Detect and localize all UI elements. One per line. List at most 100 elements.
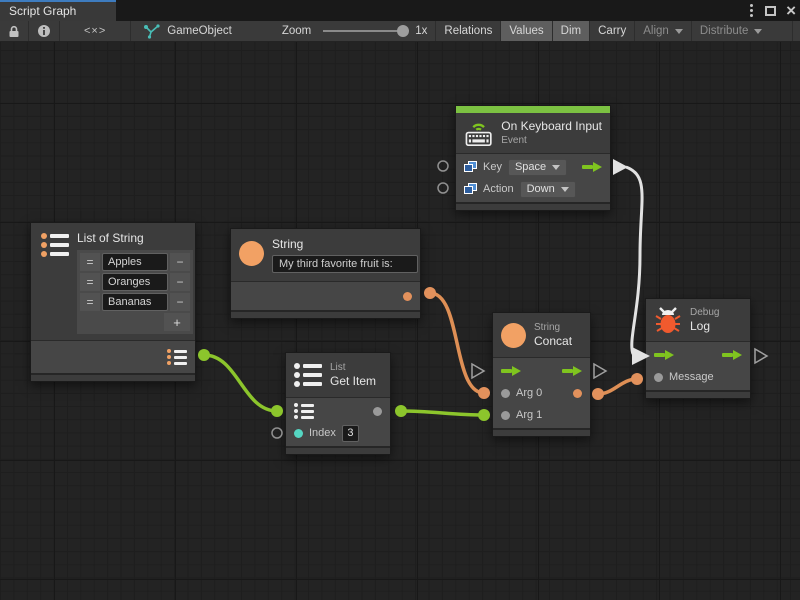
relations-button[interactable]: Relations — [435, 21, 500, 41]
flow-out-port[interactable] — [562, 366, 582, 376]
drag-handle[interactable]: = — [80, 253, 100, 271]
lock-button[interactable] — [0, 21, 29, 41]
window-menu-icon[interactable] — [748, 2, 755, 19]
action-dropdown[interactable]: Down — [520, 181, 576, 198]
node-debug-log[interactable]: Debug Log Message — [645, 298, 751, 399]
lock-icon — [8, 25, 20, 38]
string-icon — [239, 241, 264, 266]
index-label: Index — [309, 427, 336, 439]
remove-item-button[interactable]: − — [170, 293, 190, 311]
zoom-value: 1x — [415, 25, 427, 37]
node-list-of-string[interactable]: List of String = Apples − = Oranges − — [30, 222, 196, 382]
enum-icon — [464, 161, 477, 173]
add-item-button[interactable]: + — [164, 313, 190, 331]
node-category: String — [534, 321, 572, 334]
distribute-button[interactable]: Distribute — [691, 21, 771, 41]
action-port-label: Action — [483, 183, 514, 195]
result-output-port[interactable] — [573, 389, 582, 398]
item-output-port[interactable] — [373, 407, 382, 416]
graph-icon — [143, 24, 160, 39]
node-footer — [231, 310, 420, 318]
dropdown-caret-icon — [561, 187, 569, 192]
graph-canvas[interactable]: On Keyboard Input Event Key Space — [0, 42, 800, 600]
dropdown-caret-icon — [675, 29, 683, 34]
flow-out-port[interactable] — [722, 350, 742, 360]
arg0-label: Arg 0 — [516, 387, 542, 399]
drag-handle[interactable]: = — [80, 273, 100, 291]
dim-button[interactable]: Dim — [552, 21, 589, 41]
node-footer — [31, 373, 195, 381]
close-icon[interactable]: × — [786, 2, 796, 19]
message-label: Message — [669, 371, 714, 383]
node-title: List of String — [77, 231, 193, 246]
inspect-code-button[interactable]: <×> — [60, 21, 131, 41]
list-item-field[interactable]: Bananas — [102, 293, 168, 311]
graph-target-label: GameObject — [167, 25, 232, 37]
node-category: List — [330, 361, 376, 374]
string-output-port[interactable] — [403, 292, 412, 301]
node-category: Debug — [690, 306, 719, 319]
flow-in-port[interactable] — [654, 350, 674, 360]
list-item-row: = Apples − — [80, 253, 190, 271]
visual-scripting-window: Script Graph × <×> — [0, 0, 800, 600]
arg1-label: Arg 1 — [516, 409, 542, 421]
string-icon — [501, 323, 526, 348]
node-footer — [286, 446, 390, 454]
list-output-port[interactable] — [167, 349, 187, 365]
list-item-row: = Bananas − — [80, 293, 190, 311]
list-input-port[interactable] — [294, 403, 314, 419]
info-icon — [37, 24, 51, 38]
index-input-port[interactable] — [294, 429, 303, 438]
node-get-item[interactable]: List Get Item Index 3 — [285, 352, 391, 455]
node-concat[interactable]: String Concat Arg 0 Arg 1 — [492, 312, 591, 437]
node-subtitle: Event — [501, 134, 602, 147]
event-header-bar — [456, 106, 610, 113]
code-icon: <×> — [84, 25, 106, 37]
graph-toolbar: <×> GameObject Zoom 1x Relations Values … — [0, 21, 800, 42]
node-title: String — [272, 237, 418, 252]
graph-target[interactable]: GameObject — [131, 21, 240, 41]
message-input-port[interactable] — [654, 373, 663, 382]
align-button[interactable]: Align — [634, 21, 691, 41]
enum-icon — [464, 183, 477, 195]
arg1-input-port[interactable] — [501, 411, 510, 420]
arg0-input-port[interactable] — [501, 389, 510, 398]
remove-item-button[interactable]: − — [170, 273, 190, 291]
node-title: On Keyboard Input — [501, 119, 602, 134]
string-value-field[interactable]: My third favorite fruit is: — [272, 255, 418, 273]
values-button[interactable]: Values — [500, 21, 551, 41]
node-on-keyboard-input[interactable]: On Keyboard Input Event Key Space — [455, 105, 611, 211]
title-bar: Script Graph × — [0, 0, 800, 21]
tab-script-graph[interactable]: Script Graph — [0, 0, 116, 21]
key-port-label: Key — [483, 161, 502, 173]
list-item-field[interactable]: Apples — [102, 253, 168, 271]
dropdown-caret-icon — [552, 165, 560, 170]
node-footer — [493, 428, 590, 436]
zoom-label: Zoom — [274, 21, 311, 41]
node-string-literal[interactable]: String My third favorite fruit is: — [230, 228, 421, 319]
flow-out-port[interactable] — [582, 162, 602, 172]
node-title: Get Item — [330, 374, 376, 389]
node-footer — [646, 390, 750, 398]
maximize-icon[interactable] — [765, 6, 776, 16]
list-icon — [294, 363, 322, 387]
node-title: Log — [690, 319, 719, 334]
key-dropdown[interactable]: Space — [508, 159, 567, 176]
drag-handle[interactable]: = — [80, 293, 100, 311]
info-button[interactable] — [29, 21, 60, 41]
carry-button[interactable]: Carry — [589, 21, 634, 41]
list-icon — [41, 233, 69, 257]
zoom-slider[interactable]: 1x — [311, 21, 435, 41]
dropdown-caret-icon — [754, 29, 762, 34]
keyboard-icon — [464, 120, 493, 147]
zoom-slider-handle[interactable] — [397, 25, 409, 37]
index-field[interactable]: 3 — [342, 425, 359, 442]
flow-in-port[interactable] — [501, 366, 521, 376]
node-title: Concat — [534, 334, 572, 349]
remove-item-button[interactable]: − — [170, 253, 190, 271]
zoom-slider-track[interactable] — [323, 30, 407, 32]
list-item-field[interactable]: Oranges — [102, 273, 168, 291]
overview-button[interactable]: Overview — [792, 21, 800, 41]
bug-icon — [654, 305, 682, 335]
list-item-row: = Oranges − — [80, 273, 190, 291]
